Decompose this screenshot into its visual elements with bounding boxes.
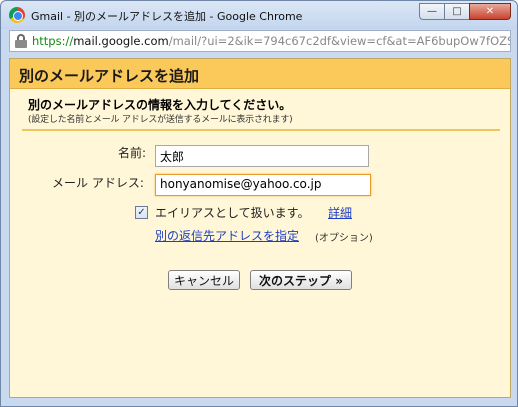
- chrome-logo-icon: [9, 7, 25, 23]
- maximize-button[interactable]: □: [444, 3, 470, 20]
- details-link[interactable]: 詳細: [328, 204, 352, 221]
- close-icon: ✕: [485, 5, 495, 17]
- alias-checkbox[interactable]: ✓: [135, 206, 148, 219]
- name-label: 名前:: [118, 146, 147, 160]
- email-label: メール アドレス:: [52, 176, 144, 190]
- minimize-button[interactable]: —: [419, 3, 445, 20]
- url-host: mail.google.com: [73, 34, 169, 48]
- instruction-heading: 別のメールアドレスの情報を入力してください。: [28, 98, 292, 112]
- url-text[interactable]: https://mail.google.com/mail/?ui=2&ik=79…: [32, 34, 510, 48]
- window-controls: — □ ✕: [419, 3, 511, 21]
- next-step-button[interactable]: 次のステップ »: [250, 270, 352, 290]
- instruction-note: (設定した名前とメール アドレスが送信するメールに表示されます): [28, 115, 293, 125]
- divider: [22, 129, 500, 131]
- title-bar: Gmail - 別のメールアドレスを追加 - Google Chrome — □…: [1, 1, 517, 29]
- email-input[interactable]: honyanomise@yahoo.co.jp: [155, 174, 371, 196]
- maximize-icon: □: [452, 5, 462, 17]
- window-title: Gmail - 別のメールアドレスを追加 - Google Chrome: [31, 10, 303, 23]
- url-scheme: https://: [32, 34, 74, 48]
- alias-label: エイリアスとして扱います。: [155, 206, 310, 220]
- close-button[interactable]: ✕: [469, 3, 511, 20]
- optional-note: (オプション): [315, 233, 373, 244]
- minimize-icon: —: [427, 5, 437, 17]
- name-input[interactable]: 太郎: [155, 145, 369, 167]
- dialog-header: 別のメールアドレスを追加: [10, 59, 510, 89]
- cancel-button[interactable]: キャンセル: [168, 270, 240, 290]
- check-icon: ✓: [137, 206, 146, 218]
- dialog-title: 別のメールアドレスを追加: [19, 67, 200, 85]
- url-path: /mail/?ui=2&ik=794c67c2df&view=cf&at=AF6…: [168, 34, 510, 48]
- lock-icon: [15, 34, 27, 48]
- address-bar[interactable]: https://mail.google.com/mail/?ui=2&ik=79…: [9, 30, 511, 52]
- dialog-content: 別のメールアドレスを追加 別のメールアドレスの情報を入力してください。 (設定し…: [9, 58, 511, 398]
- reply-to-link[interactable]: 別の返信先アドレスを指定: [155, 227, 299, 244]
- browser-window: Gmail - 別のメールアドレスを追加 - Google Chrome — □…: [0, 0, 518, 407]
